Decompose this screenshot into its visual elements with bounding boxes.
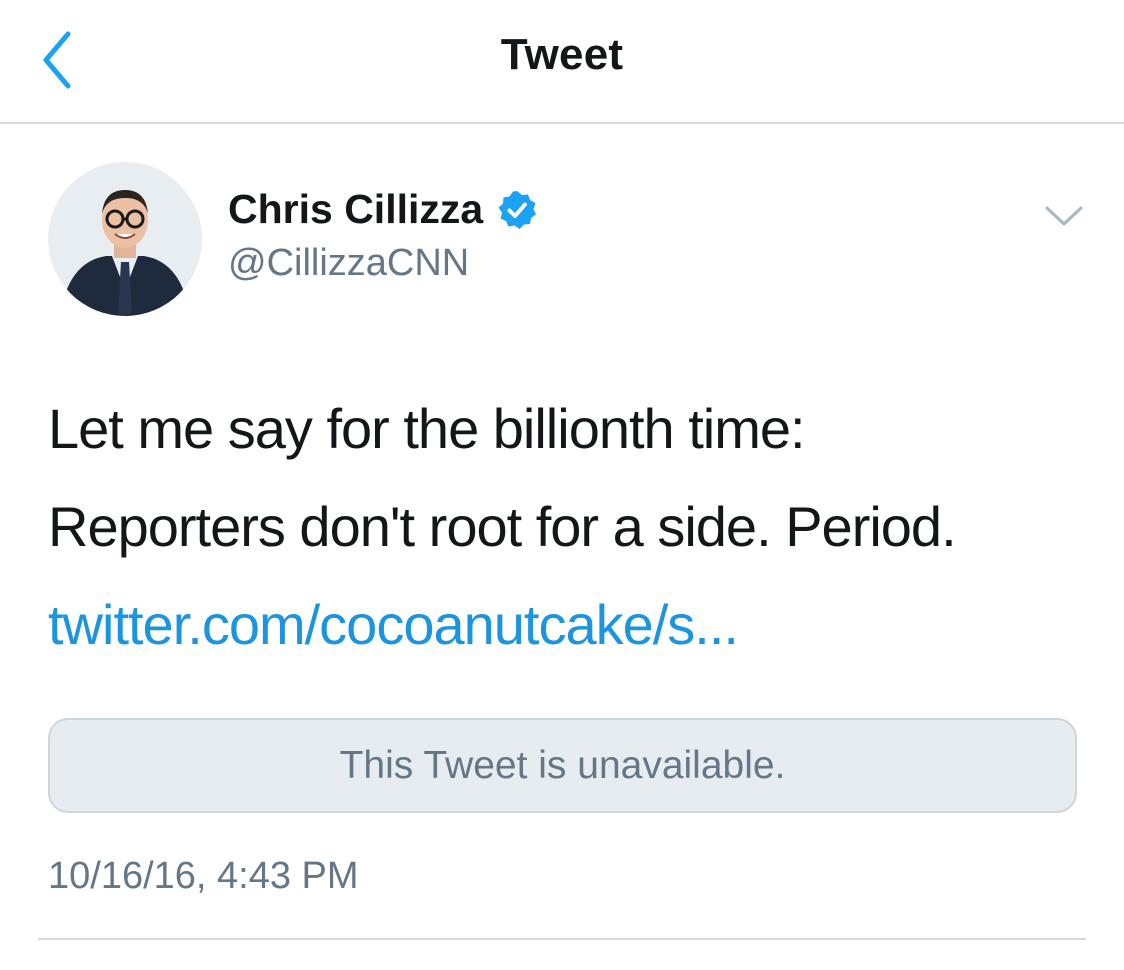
tweet-timestamp: 10/16/16, 4:43 PM bbox=[48, 855, 359, 897]
tweet-text: Let me say for the billionth time: Repor… bbox=[48, 380, 1088, 674]
tweet-options-button[interactable] bbox=[1042, 200, 1086, 232]
chevron-down-icon bbox=[1045, 206, 1083, 226]
verified-badge-icon bbox=[498, 190, 537, 229]
quoted-tweet-card[interactable]: This Tweet is unavailable. bbox=[48, 718, 1077, 813]
avatar[interactable] bbox=[48, 162, 202, 316]
display-name[interactable]: Chris Cillizza bbox=[228, 186, 483, 233]
divider bbox=[38, 938, 1086, 940]
navigation-bar: Tweet bbox=[0, 0, 1124, 124]
author-name-row: Chris Cillizza bbox=[228, 186, 537, 233]
tweet-text-line: Let me say for the billionth time: bbox=[48, 397, 806, 460]
author-handle[interactable]: @CillizzaCNN bbox=[228, 242, 469, 285]
avatar-image bbox=[48, 162, 202, 316]
tweet-text-line: Reporters don't root for a side. Period. bbox=[48, 495, 957, 558]
page-title: Tweet bbox=[500, 30, 624, 79]
tweet-link[interactable]: twitter.com/cocoanutcake/s... bbox=[48, 593, 739, 656]
